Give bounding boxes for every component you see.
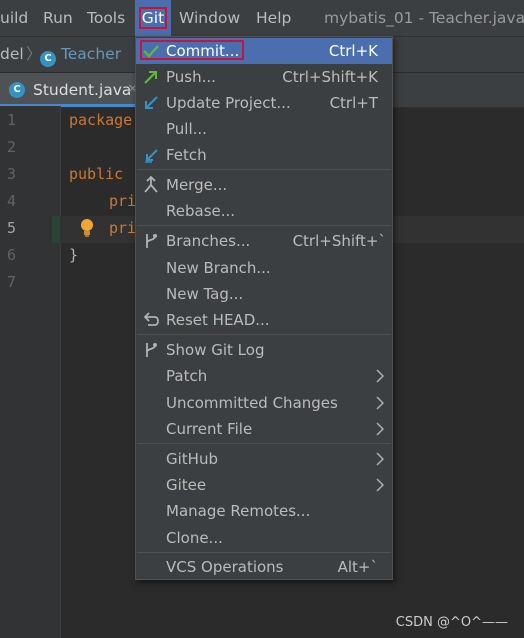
menu-item-label: Branches... — [166, 232, 251, 250]
watermark: CSDN @^O^—— — [395, 615, 508, 630]
menu-item-merge[interactable]: Merge... — [136, 172, 392, 198]
lightbulb-icon[interactable] — [80, 218, 94, 238]
tab-student-java[interactable]: C Student.java ✕ — [0, 73, 138, 107]
menu-item-reset-head[interactable]: Reset HEAD... — [136, 307, 392, 333]
menu-item-commit[interactable]: Commit... Ctrl+K — [136, 38, 392, 64]
class-icon: C — [40, 51, 56, 67]
breadcrumb-module[interactable]: del — [0, 37, 24, 71]
code-line-6[interactable]: } — [69, 246, 78, 264]
menu-item-label: Update Project... — [166, 94, 291, 112]
menu-item-label: Clone... — [166, 529, 223, 547]
branch-icon — [146, 234, 157, 248]
line-number: 7 — [6, 273, 16, 291]
line-number: 4 — [6, 192, 16, 210]
menu-item-manage-remotes[interactable]: Manage Remotes... — [136, 498, 392, 524]
update-arrow-icon — [145, 96, 158, 109]
menu-item-label: Pull... — [166, 120, 207, 138]
menu-item-label: Rebase... — [166, 202, 236, 220]
menu-item-label: VCS Operations — [166, 558, 284, 576]
menu-help[interactable]: Help — [256, 0, 291, 36]
menu-item-branches[interactable]: Branches... Ctrl+Shift+` — [136, 228, 392, 254]
menu-run[interactable]: Run — [43, 0, 73, 36]
menu-item-patch[interactable]: Patch — [136, 363, 392, 389]
menu-bar: uild Run Tools Git Window Help mybatis_0… — [0, 0, 524, 36]
menu-git[interactable]: Git — [135, 0, 171, 36]
menu-item-update-project[interactable]: Update Project... Ctrl+T — [136, 90, 392, 116]
menu-build[interactable]: uild — [0, 0, 28, 36]
menu-item-label: Uncommitted Changes — [166, 394, 338, 412]
menu-item-push[interactable]: Push... Ctrl+Shift+K — [136, 64, 392, 90]
menu-separator — [137, 443, 391, 444]
chevron-right-icon — [376, 422, 384, 436]
menu-item-label: New Tag... — [166, 285, 244, 303]
menu-item-shortcut: Alt+` — [337, 558, 378, 576]
tab-label: Student.java — [33, 81, 132, 99]
menu-item-label: New Branch... — [166, 259, 271, 277]
menu-item-shortcut: Ctrl+T — [329, 94, 378, 112]
reset-icon — [143, 312, 159, 326]
git-log-icon — [146, 343, 157, 357]
merge-icon — [144, 176, 158, 193]
menu-item-clone[interactable]: Clone... — [136, 525, 392, 551]
code-line-4[interactable]: pri — [109, 192, 136, 210]
chevron-right-icon — [376, 396, 384, 410]
menu-item-label: Show Git Log — [166, 341, 265, 359]
menu-separator — [137, 552, 391, 553]
menu-item-new-branch[interactable]: New Branch... — [136, 255, 392, 281]
menu-separator — [137, 334, 391, 335]
editor-gutter: 1 2 3 4 5 6 7 — [0, 106, 61, 638]
menu-separator — [137, 169, 391, 170]
menu-git-label: Git — [138, 7, 168, 29]
menu-item-label: Patch — [166, 367, 208, 385]
menu-item-label: Current File — [166, 420, 253, 438]
breadcrumb-class[interactable]: C Teacher — [40, 37, 121, 71]
chevron-right-icon — [376, 478, 384, 492]
menu-item-fetch[interactable]: Fetch — [136, 142, 392, 168]
menu-window[interactable]: Window — [179, 0, 240, 36]
class-icon: C — [9, 82, 25, 98]
menu-separator — [137, 225, 391, 226]
chevron-right-icon — [376, 452, 384, 466]
menu-item-label: Fetch — [166, 146, 207, 164]
menu-item-label: Push... — [166, 68, 216, 86]
menu-item-new-tag[interactable]: New Tag... — [136, 281, 392, 307]
menu-item-rebase[interactable]: Rebase... — [136, 198, 392, 224]
breadcrumb-class-label: Teacher — [60, 45, 122, 63]
push-arrow-icon — [144, 71, 157, 84]
menu-item-vcs-operations[interactable]: VCS Operations Alt+` — [136, 554, 392, 580]
menu-item-show-git-log[interactable]: Show Git Log — [136, 337, 392, 363]
menu-item-current-file[interactable]: Current File — [136, 416, 392, 442]
line-number: 2 — [6, 138, 16, 156]
menu-item-label: Merge... — [166, 176, 228, 194]
menu-item-label: Reset HEAD... — [166, 311, 270, 329]
menu-item-shortcut: Ctrl+Shift+` — [292, 232, 386, 250]
line-number: 3 — [6, 165, 16, 183]
code-line-1[interactable]: package — [69, 111, 132, 129]
code-line-5[interactable]: pri — [109, 219, 136, 237]
menu-tools[interactable]: Tools — [87, 0, 125, 36]
menu-item-label: Gitee — [166, 476, 207, 494]
menu-item-gitee[interactable]: Gitee — [136, 472, 392, 498]
change-marker — [52, 216, 60, 243]
line-number: 6 — [6, 246, 16, 264]
line-number: 1 — [6, 111, 16, 129]
menu-item-label: Manage Remotes... — [166, 502, 311, 520]
window-title: mybatis_01 - Teacher.java — [324, 9, 524, 27]
menu-item-shortcut: Ctrl+K — [328, 42, 378, 60]
menu-item-pull[interactable]: Pull... — [136, 116, 392, 142]
git-menu: Commit... Ctrl+K Push... Ctrl+Shift+K Up… — [135, 36, 393, 580]
chevron-right-icon — [376, 369, 384, 383]
menu-item-label: GitHub — [166, 450, 218, 468]
menu-item-uncommitted-changes[interactable]: Uncommitted Changes — [136, 390, 392, 416]
menu-item-label: Commit... — [166, 42, 240, 60]
code-line-3[interactable]: public — [69, 165, 123, 183]
menu-item-shortcut: Ctrl+Shift+K — [282, 68, 378, 86]
fetch-arrow-icon — [145, 149, 158, 163]
line-number-current: 5 — [6, 219, 16, 237]
menu-item-github[interactable]: GitHub — [136, 446, 392, 472]
